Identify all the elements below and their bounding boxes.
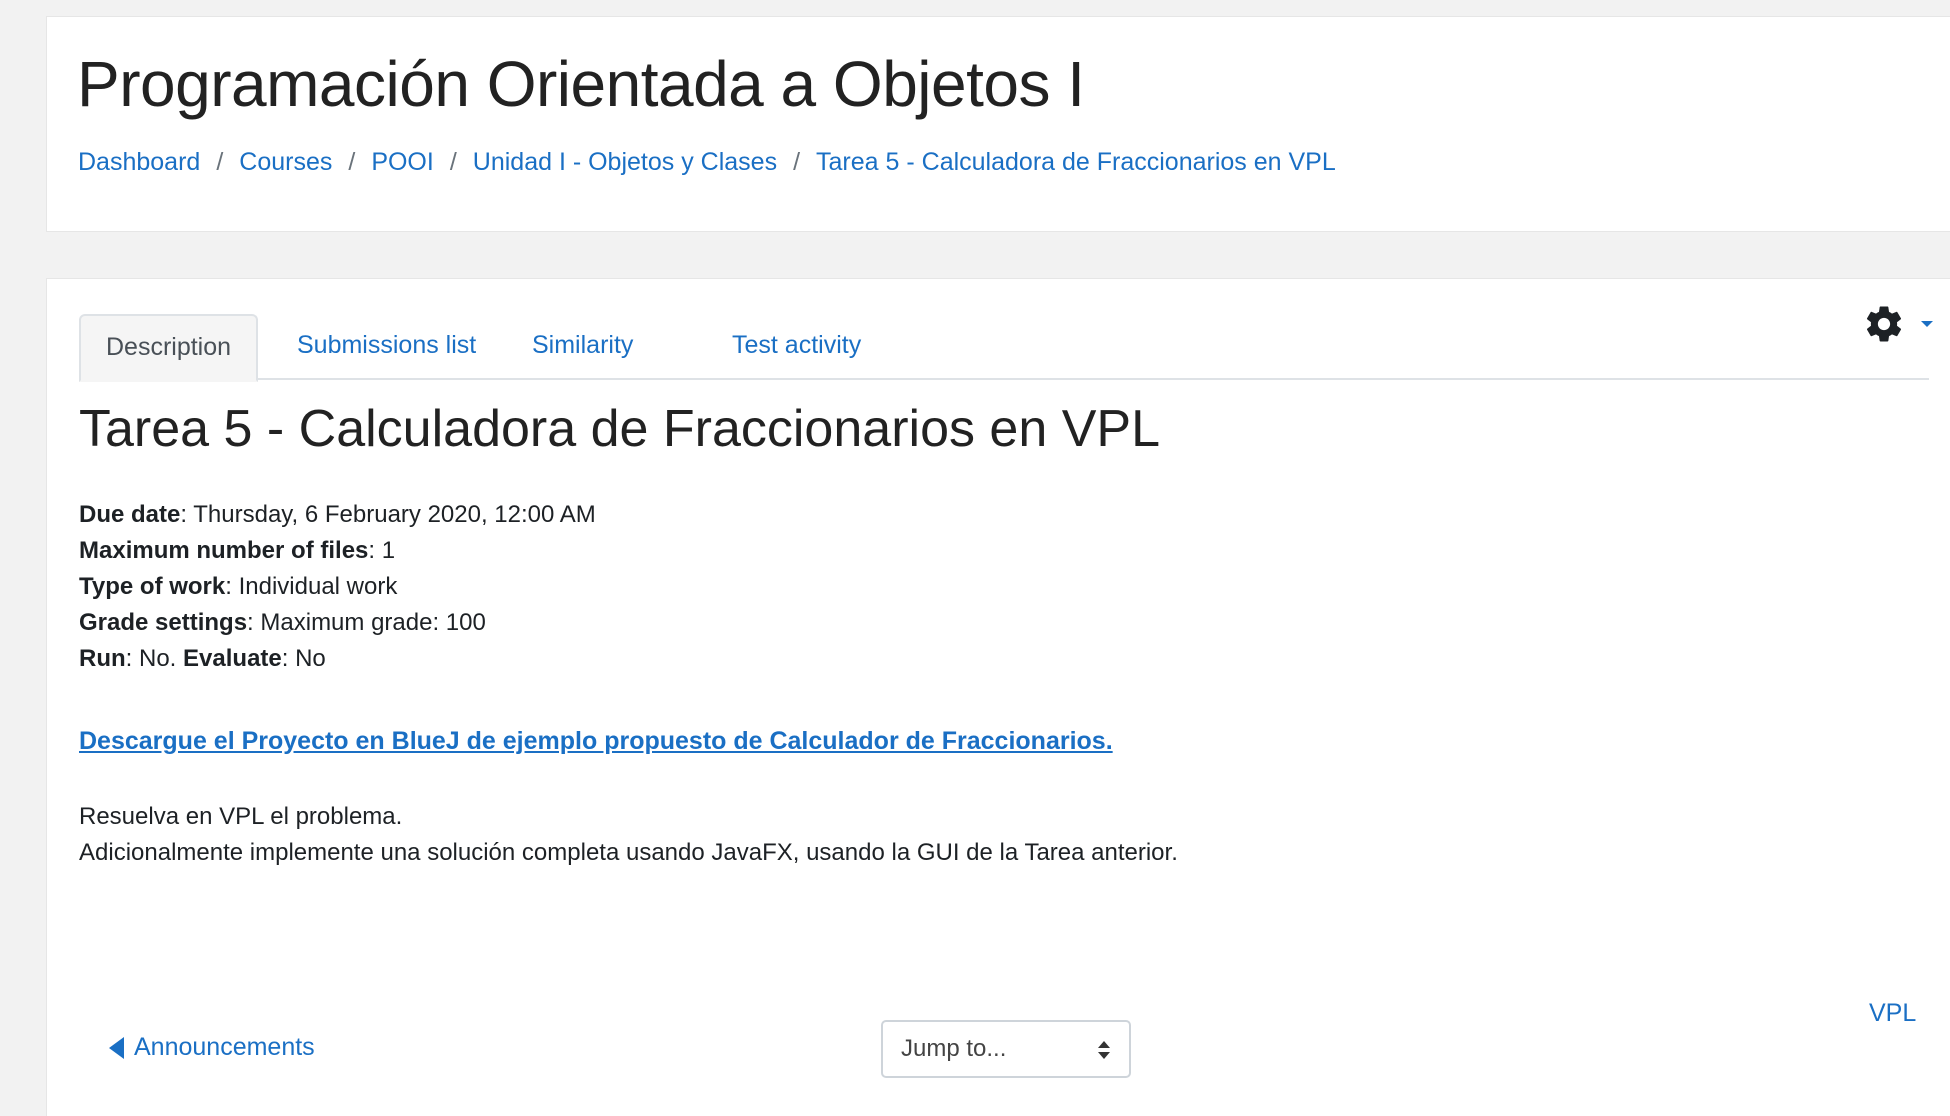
tab-bar: Description Submissions list Similarity … (79, 314, 1929, 382)
run-evaluate-row: Run: No. Evaluate: No (79, 645, 326, 672)
grade-settings-row: Grade settings: Maximum grade: 100 (79, 609, 486, 636)
breadcrumb-separator: / (793, 148, 801, 176)
next-activity-link[interactable]: VPL (1869, 999, 1916, 1028)
evaluate-label: Evaluate (183, 645, 282, 672)
left-arrow-icon (109, 1036, 124, 1059)
download-project-link[interactable]: Descargue el Proyecto en BlueJ de ejempl… (79, 727, 1113, 756)
due-date-row: Due date: Thursday, 6 February 2020, 12:… (79, 501, 596, 528)
breadcrumb-courses[interactable]: Courses (239, 148, 332, 177)
work-type-label: Type of work (79, 573, 226, 600)
previous-activity-label: Announcements (134, 1033, 315, 1061)
settings-menu-button[interactable] (1863, 301, 1937, 347)
breadcrumb-dashboard[interactable]: Dashboard (78, 148, 200, 177)
tab-test-activity[interactable]: Test activity (732, 314, 861, 380)
description-line: Resuelva en VPL el problema. (79, 803, 403, 830)
work-type-row: Type of work: Individual work (79, 573, 398, 600)
breadcrumb-separator: / (348, 148, 356, 176)
breadcrumb-separator: / (449, 148, 457, 176)
max-files-row: Maximum number of files: 1 (79, 537, 396, 564)
description-line: Adicionalmente implemente una solución c… (79, 839, 1178, 866)
previous-activity-link[interactable]: Announcements (109, 1033, 315, 1062)
max-files-value: 1 (381, 537, 396, 564)
activity-card: Description Submissions list Similarity … (46, 278, 1950, 1116)
max-files-label: Maximum number of files (79, 537, 369, 564)
work-type-value: Individual work (238, 573, 398, 600)
breadcrumb: Dashboard / Courses / POOI / Unidad I - … (78, 148, 1336, 177)
page-header: Programación Orientada a Objetos I Dashb… (46, 16, 1950, 232)
activity-title: Tarea 5 - Calculadora de Fraccionarios e… (79, 400, 1161, 458)
breadcrumb-course[interactable]: POOI (371, 148, 434, 177)
course-title: Programación Orientada a Objetos I (77, 48, 1085, 120)
evaluate-value: No (295, 645, 326, 672)
jump-to-value: Jump to... (901, 1035, 1007, 1062)
gear-icon (1866, 306, 1902, 342)
run-label: Run (79, 645, 126, 672)
caret-down-icon (1921, 321, 1933, 327)
tab-similarity[interactable]: Similarity (532, 314, 633, 380)
breadcrumb-section[interactable]: Unidad I - Objetos y Clases (473, 148, 777, 177)
activity-description: Resuelva en VPL el problema. Adicionalme… (79, 799, 1178, 871)
grade-settings-label: Grade settings (79, 609, 248, 636)
tab-submissions-list[interactable]: Submissions list (297, 314, 476, 380)
grade-settings-value: Maximum grade: 100 (260, 609, 486, 636)
breadcrumb-activity[interactable]: Tarea 5 - Calculadora de Fraccionarios e… (816, 148, 1336, 177)
up-down-arrows-icon (1098, 1041, 1110, 1059)
run-value: No. (139, 645, 177, 672)
activity-details: Due date: Thursday, 6 February 2020, 12:… (79, 497, 596, 677)
due-date-value: Thursday, 6 February 2020, 12:00 AM (193, 501, 596, 528)
breadcrumb-separator: / (216, 148, 224, 176)
tab-description[interactable]: Description (79, 314, 259, 382)
jump-to-select[interactable]: Jump to... (881, 1020, 1131, 1078)
due-date-label: Due date (79, 501, 181, 528)
